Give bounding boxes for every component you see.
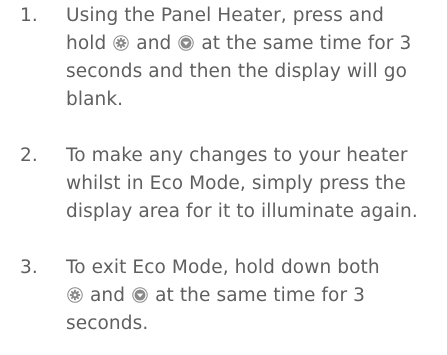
step-line: hold and at the same time for 3 [66, 30, 446, 58]
step-text: To make any changes to your heater whils… [66, 142, 446, 226]
step-line: whilst in Eco Mode, simply press the [66, 173, 406, 194]
step-line: Using the Panel Heater, press and [66, 5, 384, 26]
step-line: To make any changes to your heater [66, 145, 408, 166]
step-number: 1. [20, 5, 38, 26]
settings-icon [113, 35, 130, 51]
step-text-fragment: at the same time for 3 [155, 285, 365, 306]
step-line: seconds and then the display will go [66, 61, 408, 82]
step-text-fragment: hold [66, 33, 107, 54]
instruction-step-2: 2. To make any changes to your heater wh… [0, 142, 447, 230]
step-line: and at the same time for 3 [66, 282, 446, 310]
step-text: To exit Eco Mode, hold down both and at … [66, 254, 446, 338]
instruction-step-3: 3. To exit Eco Mode, hold down both and [0, 254, 447, 342]
down-arrow-icon [178, 35, 195, 51]
step-number: 2. [20, 145, 38, 166]
down-arrow-icon [132, 287, 148, 303]
settings-icon [67, 287, 83, 303]
step-text-fragment: at the same time for 3 [201, 33, 412, 54]
step-line: blank. [66, 89, 124, 110]
step-line: seconds. [66, 313, 149, 334]
step-number: 3. [20, 257, 38, 278]
step-line: To exit Eco Mode, hold down both [66, 257, 380, 278]
step-line: display area for it to illuminate again. [66, 201, 418, 222]
instruction-step-1: 1. Using the Panel Heater, press and hol… [0, 2, 447, 118]
step-text: Using the Panel Heater, press and hold a… [66, 2, 446, 114]
step-text-fragment: and [89, 285, 126, 306]
step-text-fragment: and [136, 33, 172, 54]
